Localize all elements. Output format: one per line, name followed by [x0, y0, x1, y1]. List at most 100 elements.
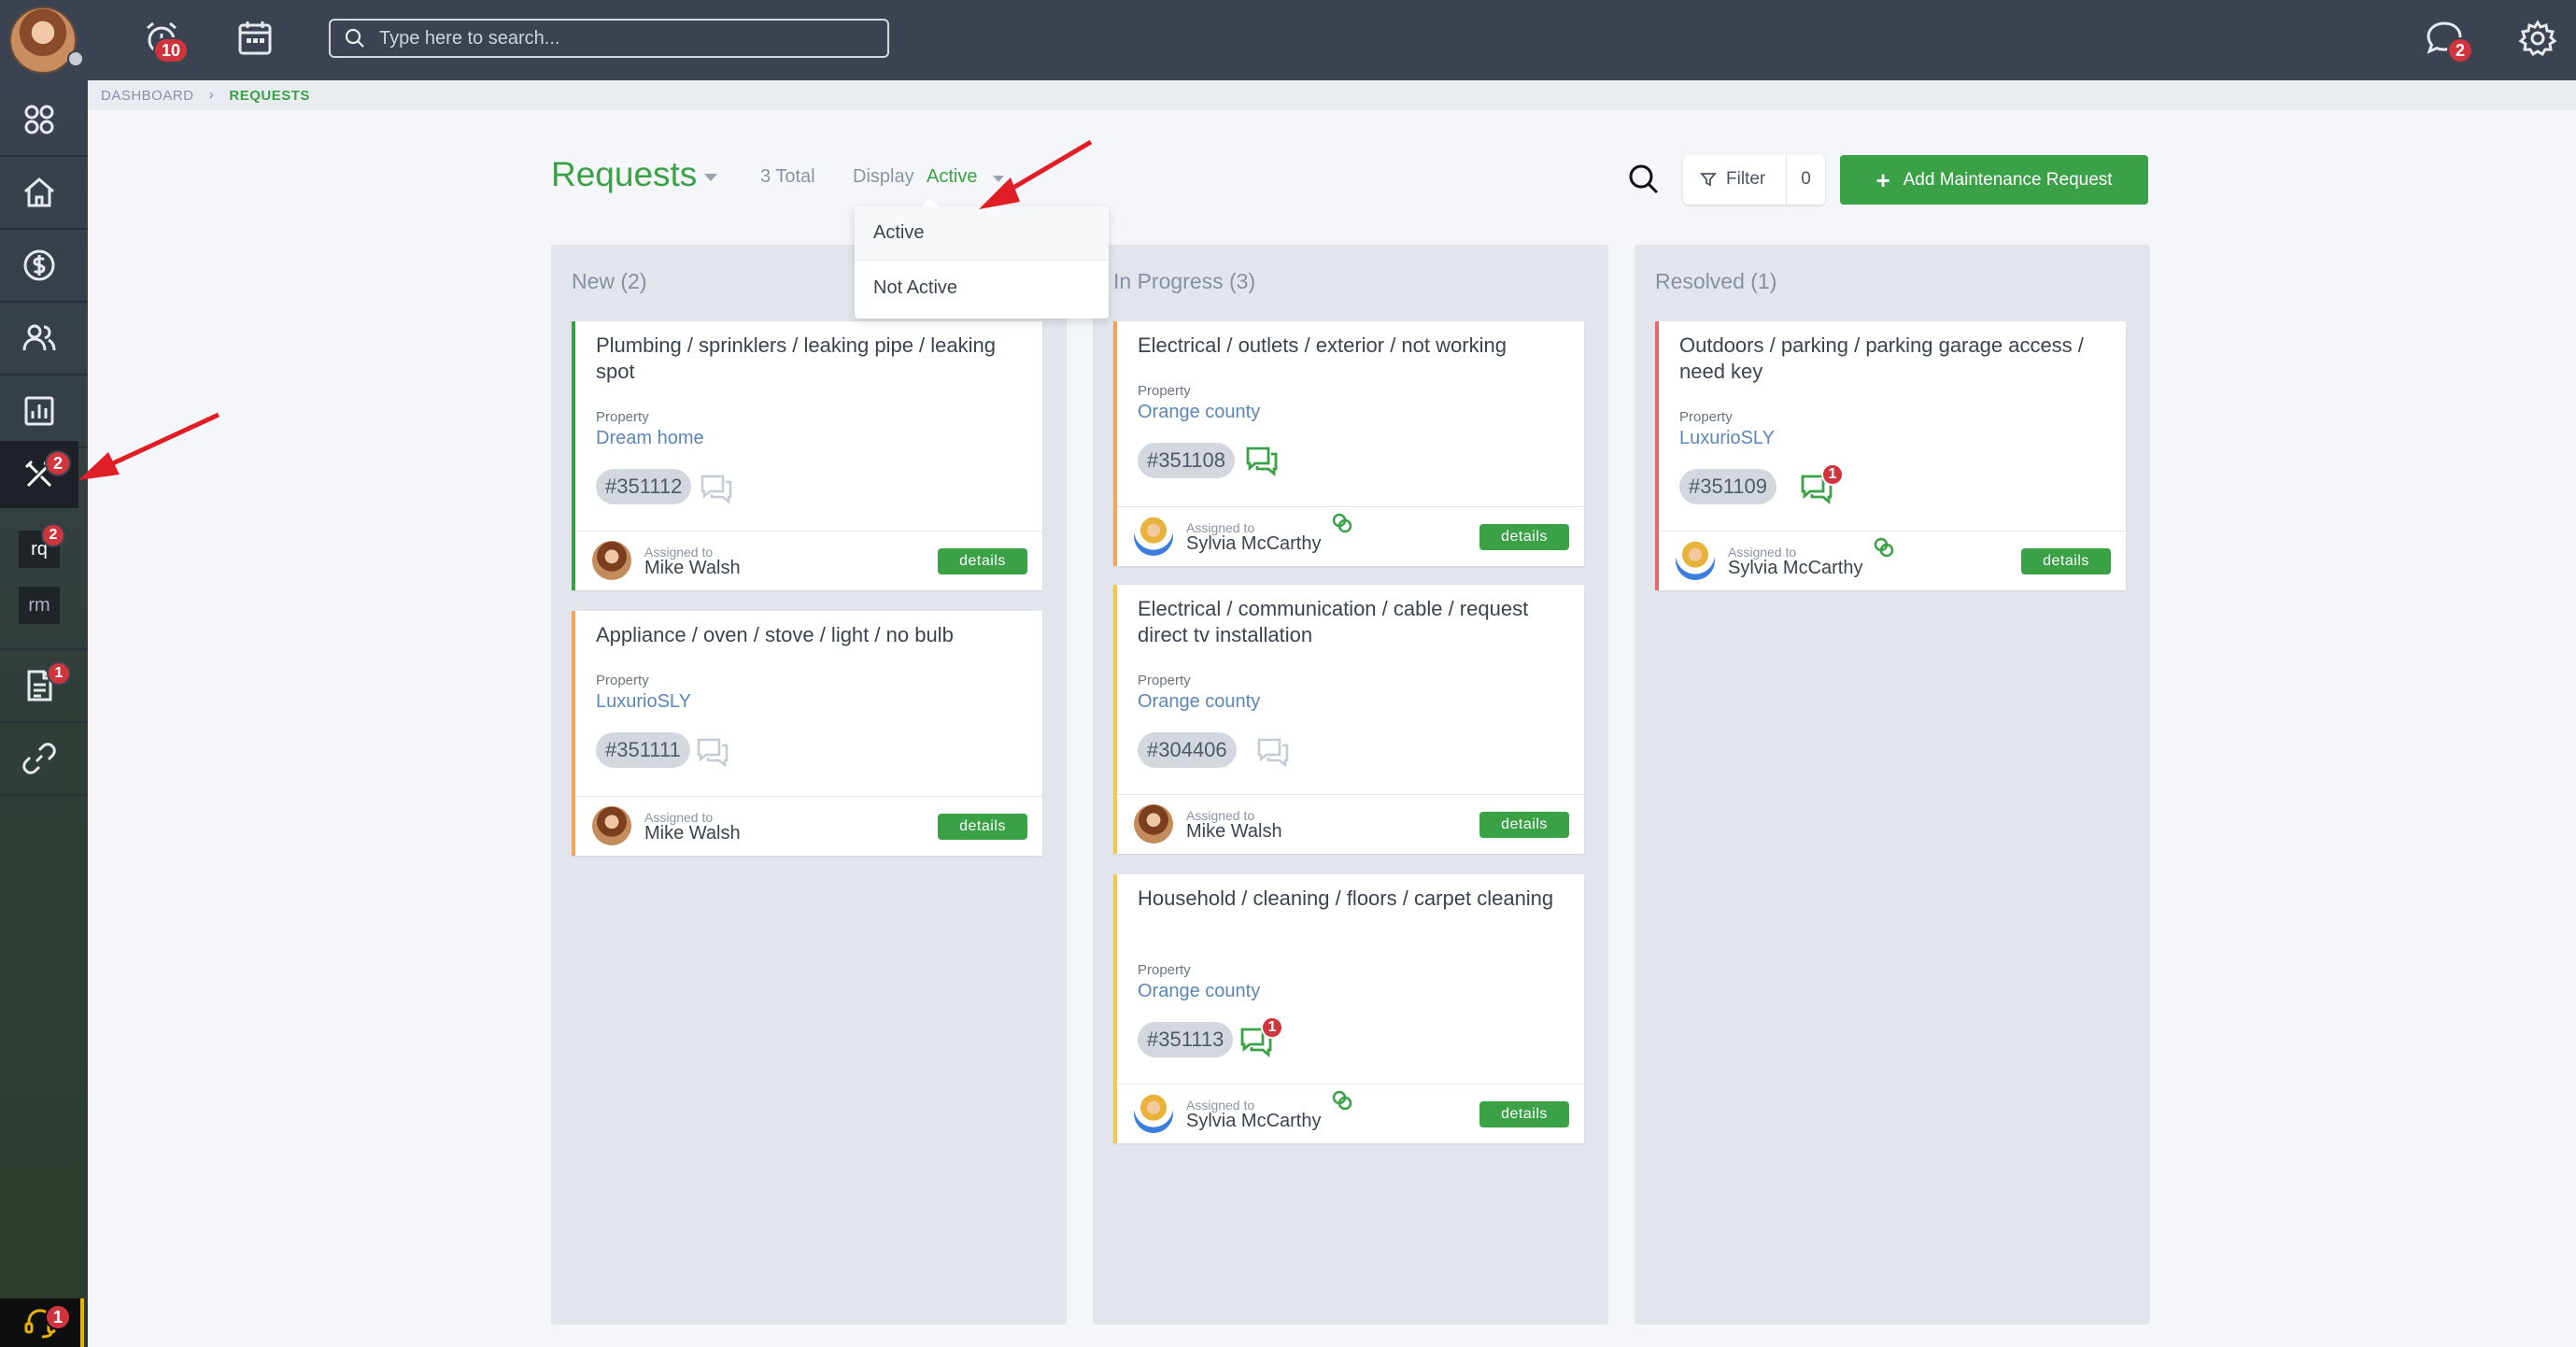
column-in-progress: In Progress (3) Electrical / outlets / e… [1093, 245, 1608, 1325]
card-title[interactable]: Plumbing / sprinklers / leaking pipe / l… [596, 333, 1026, 385]
dropdown-option-active[interactable]: Active [855, 206, 1109, 261]
card-title[interactable]: Electrical / communication / cable / req… [1138, 596, 1567, 648]
details-button[interactable]: details [1479, 812, 1569, 838]
avatar [1134, 804, 1173, 844]
avatar [1676, 541, 1715, 580]
chevron-down-icon[interactable] [704, 174, 717, 181]
home-icon [24, 177, 54, 207]
add-maintenance-request-button[interactable]: + Add Maintenance Request [1840, 155, 2148, 205]
breadcrumb: DASHBOARD › REQUESTS [88, 80, 2576, 110]
display-select[interactable]: Active [927, 166, 977, 188]
request-id: #351113 [1138, 1022, 1234, 1057]
avatar [1134, 517, 1173, 556]
details-button[interactable]: details [938, 548, 1027, 574]
property-label: Property [596, 409, 649, 425]
details-button[interactable]: details [1479, 524, 1569, 550]
maintenance-badge: 2 [45, 450, 71, 476]
card-footer: Assigned to Sylvia McCarthy details [1117, 1084, 1584, 1143]
card-footer: Assigned to Sylvia McCarthy details [1117, 506, 1584, 566]
gear-icon[interactable] [2516, 17, 2559, 60]
request-card[interactable]: Outdoors / parking / parking garage acce… [1655, 321, 2126, 590]
comments-icon[interactable] [699, 473, 734, 504]
search-input[interactable] [379, 27, 865, 50]
comments-badge: 1 [1261, 1016, 1283, 1039]
search-icon [345, 28, 364, 48]
property-link[interactable]: Orange county [1138, 691, 1260, 713]
sidebar-item-links[interactable] [0, 725, 78, 792]
sidebar-item-people[interactable] [0, 305, 78, 372]
card-title[interactable]: Electrical / outlets / exterior / not wo… [1138, 333, 1567, 359]
grid-icon [24, 105, 54, 135]
top-bar: 10 2 [0, 0, 2576, 80]
display-dropdown-menu: Active Not Active [855, 198, 1109, 319]
link-icon [22, 743, 56, 774]
property-label: Property [1138, 962, 1191, 978]
property-link[interactable]: Orange county [1138, 981, 1260, 1002]
card-footer: Assigned to Mike Walsh details [1117, 794, 1584, 854]
card-footer: Assigned to Mike Walsh details [575, 796, 1042, 856]
sidebar-divider [0, 648, 88, 650]
request-card[interactable]: Appliance / oven / stove / light / no bu… [572, 611, 1042, 856]
calendar-icon[interactable] [234, 17, 276, 60]
support-badge: 1 [45, 1304, 71, 1330]
column-title: Resolved (1) [1655, 269, 1777, 293]
details-button[interactable]: details [938, 814, 1027, 840]
details-button[interactable]: details [1479, 1101, 1569, 1127]
comments-icon[interactable] [1244, 445, 1280, 476]
request-card[interactable]: Electrical / communication / cable / req… [1113, 585, 1584, 854]
assignee-name: Sylvia McCarthy [1186, 533, 1322, 554]
request-card[interactable]: Household / cleaning / floors / carpet c… [1113, 874, 1584, 1143]
card-footer: Assigned to Sylvia McCarthy details [1659, 531, 2126, 590]
property-link[interactable]: Orange county [1138, 402, 1260, 423]
sidebar: 2 rq 2 rm 1 [0, 80, 88, 1347]
column-title: In Progress (3) [1113, 269, 1256, 293]
sidebar-item-documents[interactable] [0, 652, 78, 719]
linked-icon [1330, 511, 1354, 535]
request-id: #351108 [1138, 443, 1236, 478]
breadcrumb-dashboard[interactable]: DASHBOARD [101, 88, 194, 104]
linked-icon [1872, 535, 1896, 560]
dropdown-option-not-active[interactable]: Not Active [855, 261, 1109, 315]
request-id: #351112 [596, 469, 692, 504]
filter-button[interactable]: Filter 0 [1683, 154, 1825, 205]
property-label: Property [596, 673, 649, 688]
bar-chart-icon [24, 396, 54, 426]
property-label: Property [1138, 383, 1191, 399]
sidebar-item-payments[interactable] [0, 232, 78, 299]
avatar [592, 541, 631, 580]
support-button[interactable] [0, 1298, 84, 1347]
user-avatar[interactable] [9, 7, 77, 74]
sidebar-item-reports[interactable] [0, 377, 78, 445]
sidebar-divider [0, 301, 88, 303]
documents-badge: 1 [47, 661, 71, 686]
card-title[interactable]: Appliance / oven / stove / light / no bu… [596, 622, 1026, 648]
details-button[interactable]: details [2021, 548, 2111, 574]
property-link[interactable]: LuxurioSLY [1679, 428, 1775, 449]
breadcrumb-requests: REQUESTS [229, 87, 310, 104]
notifications-badge: 10 [153, 37, 189, 64]
comments-icon[interactable] [695, 736, 730, 768]
assignee-name: Sylvia McCarthy [1186, 1111, 1322, 1131]
card-title[interactable]: Household / cleaning / floors / carpet c… [1138, 886, 1567, 912]
comments-icon[interactable] [1255, 736, 1291, 768]
search-icon [1629, 164, 1659, 194]
filter-count: 0 [1786, 154, 1825, 205]
column-title: New (2) [572, 269, 647, 293]
request-id: #351109 [1679, 469, 1777, 504]
property-link[interactable]: LuxurioSLY [596, 691, 691, 713]
property-link[interactable]: Dream home [596, 428, 704, 449]
search-box[interactable] [329, 19, 889, 58]
sidebar-item-apps[interactable] [0, 86, 78, 153]
chevron-down-icon[interactable] [993, 176, 1004, 182]
assignee-name: Mike Walsh [644, 823, 741, 844]
page-title[interactable]: Requests [551, 155, 697, 194]
sidebar-item-home[interactable] [0, 159, 78, 226]
request-card[interactable]: Plumbing / sprinklers / leaking pipe / l… [572, 321, 1042, 590]
sidebar-subitem-rm[interactable]: rm [19, 587, 60, 624]
card-title[interactable]: Outdoors / parking / parking garage acce… [1679, 333, 2109, 385]
sidebar-item-maintenance[interactable] [0, 441, 78, 508]
search-button[interactable] [1627, 163, 1661, 196]
request-card[interactable]: Electrical / outlets / exterior / not wo… [1113, 321, 1584, 566]
avatar [1134, 1094, 1173, 1133]
column-resolved: Resolved (1) Outdoors / parking / parkin… [1635, 245, 2150, 1325]
